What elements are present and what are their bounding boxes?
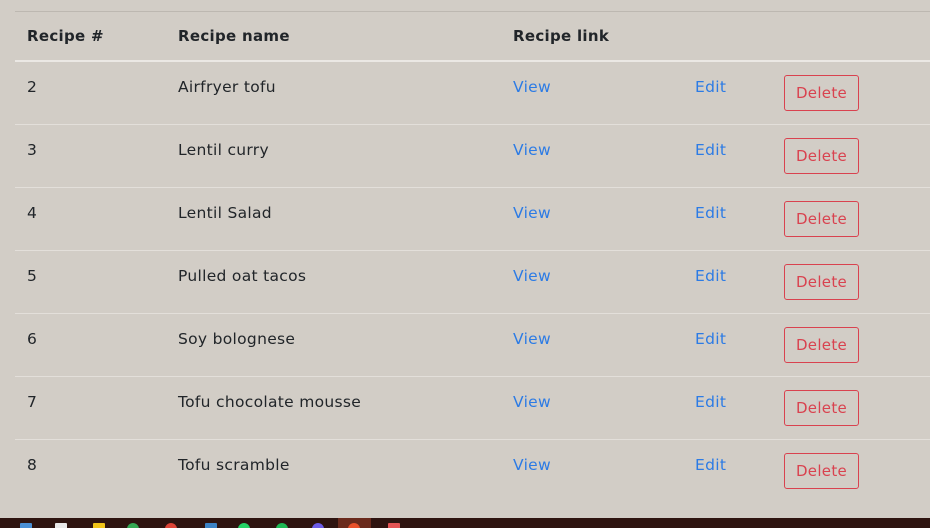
warning-icon[interactable]	[93, 523, 105, 528]
table-row: 7 Tofu chocolate mousse View Edit Delete	[15, 377, 930, 440]
app-icon[interactable]	[312, 523, 324, 528]
recipe-number: 6	[27, 330, 38, 348]
delete-button[interactable]: Delete	[784, 327, 859, 363]
edit-link[interactable]: Edit	[695, 267, 726, 285]
file-icon[interactable]	[55, 523, 67, 528]
recipe-number: 5	[27, 267, 38, 285]
table-row: 6 Soy bolognese View Edit Delete	[15, 314, 930, 377]
recipes-page: Recipe # Recipe name Recipe link 2 Airfr…	[0, 0, 930, 528]
chrome-icon[interactable]	[127, 523, 139, 528]
app-icon[interactable]	[165, 523, 177, 528]
recipe-name: Lentil Salad	[178, 204, 272, 222]
delete-button[interactable]: Delete	[784, 453, 859, 489]
edit-link[interactable]: Edit	[695, 393, 726, 411]
delete-button[interactable]: Delete	[784, 264, 859, 300]
header-recipe-name: Recipe name	[178, 27, 290, 45]
table-row: 4 Lentil Salad View Edit Delete	[15, 188, 930, 251]
start-icon[interactable]	[20, 523, 32, 528]
os-taskbar	[0, 518, 930, 528]
edit-link[interactable]: Edit	[695, 78, 726, 96]
table-row: 2 Airfryer tofu View Edit Delete	[15, 62, 930, 125]
browser-icon[interactable]	[348, 523, 360, 528]
table-top-border	[15, 0, 930, 12]
recipe-number: 8	[27, 456, 38, 474]
whatsapp-icon[interactable]	[238, 523, 250, 528]
edit-link[interactable]: Edit	[695, 141, 726, 159]
table-row: 8 Tofu scramble View Edit Delete	[15, 440, 930, 502]
spotify-icon[interactable]	[276, 523, 288, 528]
edit-link[interactable]: Edit	[695, 204, 726, 222]
edit-link[interactable]: Edit	[695, 330, 726, 348]
delete-button[interactable]: Delete	[784, 201, 859, 237]
header-recipe-number: Recipe #	[27, 27, 104, 45]
delete-button[interactable]: Delete	[784, 75, 859, 111]
recipe-name: Tofu chocolate mousse	[178, 393, 362, 411]
view-link[interactable]: View	[513, 456, 551, 474]
view-link[interactable]: View	[513, 267, 551, 285]
recipe-number: 4	[27, 204, 38, 222]
table-row: 3 Lentil curry View Edit Delete	[15, 125, 930, 188]
edit-link[interactable]: Edit	[695, 456, 726, 474]
view-link[interactable]: View	[513, 393, 551, 411]
recipe-number: 3	[27, 141, 38, 159]
folder-icon[interactable]	[205, 523, 217, 528]
recipe-number: 7	[27, 393, 38, 411]
recipe-number: 2	[27, 78, 38, 96]
delete-button[interactable]: Delete	[784, 390, 859, 426]
table-row: 5 Pulled oat tacos View Edit Delete	[15, 251, 930, 314]
arrow-icon[interactable]	[388, 523, 400, 528]
recipe-name: Airfryer tofu	[178, 78, 276, 96]
table-header-row: Recipe # Recipe name Recipe link	[15, 12, 930, 62]
view-link[interactable]: View	[513, 78, 551, 96]
delete-button[interactable]: Delete	[784, 138, 859, 174]
view-link[interactable]: View	[513, 204, 551, 222]
recipe-name: Soy bolognese	[178, 330, 296, 348]
recipe-name: Tofu scramble	[178, 456, 290, 474]
view-link[interactable]: View	[513, 330, 551, 348]
recipe-name: Lentil curry	[178, 141, 269, 159]
recipe-name: Pulled oat tacos	[178, 267, 307, 285]
header-recipe-link: Recipe link	[513, 27, 610, 45]
recipes-table: Recipe # Recipe name Recipe link 2 Airfr…	[15, 0, 930, 502]
view-link[interactable]: View	[513, 141, 551, 159]
